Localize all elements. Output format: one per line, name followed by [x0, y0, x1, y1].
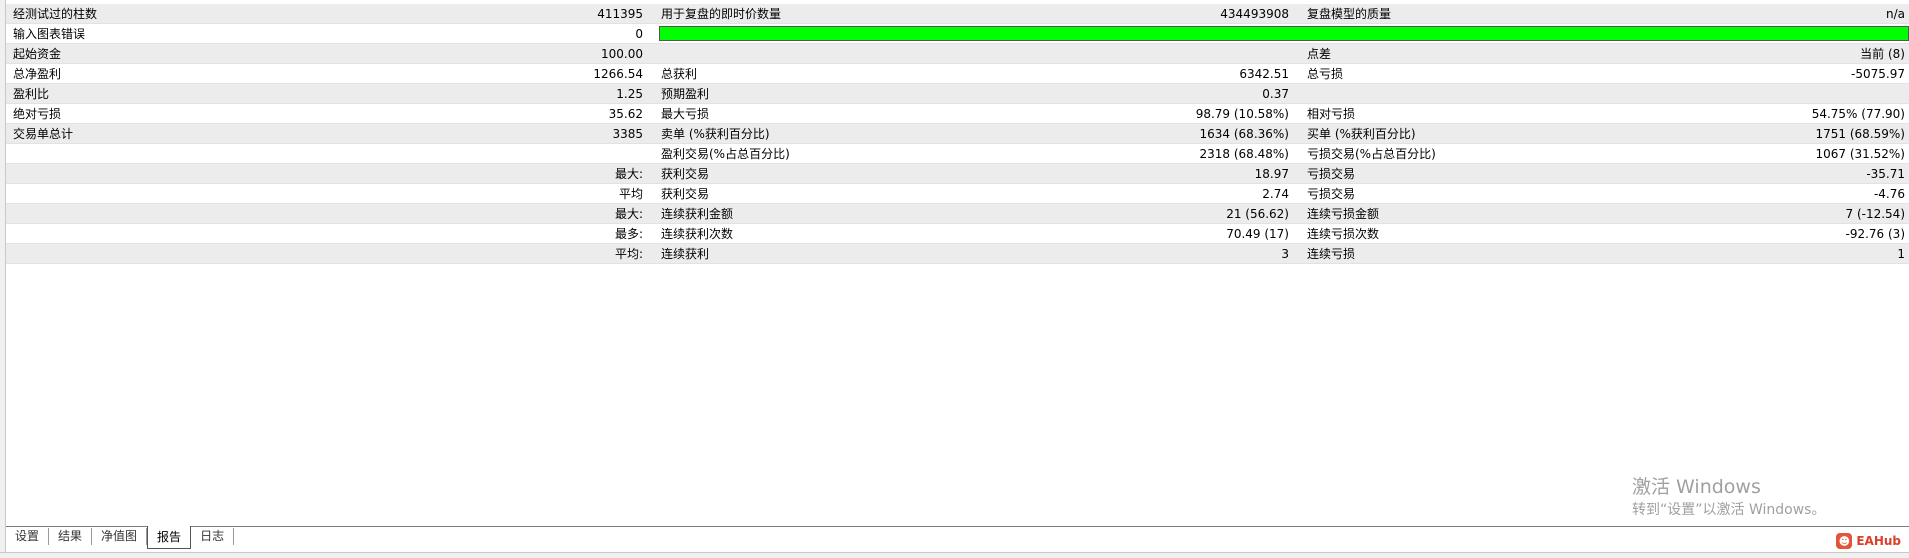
tab-equity-graph[interactable]: 净值图 [92, 528, 148, 545]
label-spread: 点差 [1307, 47, 1332, 61]
value-ticks-modelled: 434493908 [1220, 6, 1289, 21]
value-max-consecutive-losses-amount: 7 (-12.54) [1845, 206, 1906, 221]
value-profit-trades: 2318 (68.48%) [1199, 146, 1289, 161]
strategy-tester-window: 经测试过的柱数 411395 用于复盘的即时价数量 434493908 复盘模型… [0, 0, 1909, 558]
table-row: 最大: 连续获利金额 21 (56.62) 连续亏损金额 7 (-12.54) [6, 204, 1909, 224]
row-group-label-average-consecutive: 平均: [614, 247, 643, 261]
table-row: 平均: 连续获利 3 连续亏损 1 [6, 244, 1909, 264]
value-long-positions: 1751 (68.59%) [1815, 126, 1905, 141]
value-average-consecutive-losses: 1 [1897, 246, 1905, 261]
table-row: 盈利比 1.25 预期盈利 0.37 [6, 84, 1909, 104]
label-average-loss-trade: 亏损交易 [1307, 187, 1356, 201]
table-row: 最多: 连续获利次数 70.49 (17) 连续亏损次数 -92.76 (3) [6, 224, 1909, 244]
label-long-positions: 买单 (%获利百分比) [1307, 127, 1416, 141]
label-profit-trades: 盈利交易(%占总百分比) [661, 147, 790, 161]
value-expected-payoff: 0.37 [1262, 86, 1289, 101]
value-largest-loss-trade: -35.71 [1866, 166, 1905, 181]
row-group-label-largest: 最大: [614, 167, 643, 181]
value-mismatched-chart-errors: 0 [635, 26, 643, 41]
table-row: 平均 获利交易 2.74 亏损交易 -4.76 [6, 184, 1909, 204]
value-max-consecutive-wins-amount: 21 (56.62) [1226, 206, 1289, 221]
value-total-trades: 3385 [612, 126, 643, 141]
value-average-consecutive-wins: 3 [1281, 246, 1289, 261]
value-relative-drawdown: 54.75% (77.90) [1811, 106, 1905, 121]
label-gross-profit: 总获利 [661, 67, 698, 81]
value-total-net-profit: 1266.54 [593, 66, 643, 81]
table-row: 总净盈利 1266.54 总获利 6342.51 总亏损 -5075.97 [6, 64, 1909, 84]
label-short-positions: 卖单 (%获利百分比) [661, 127, 770, 141]
table-row: 输入图表错误 0 [6, 24, 1909, 44]
label-largest-loss-trade: 亏损交易 [1307, 167, 1356, 181]
value-spread: 当前 (8) [1860, 47, 1905, 61]
label-max-consecutive-losses-amount: 连续亏损金额 [1307, 207, 1380, 221]
label-max-consecutive-wins-amount: 连续获利金额 [661, 207, 734, 221]
modelling-quality-bar [659, 26, 1909, 41]
eahub-logo-icon: ☻ [1836, 533, 1853, 549]
label-absolute-drawdown: 绝对亏损 [13, 107, 62, 121]
table-row: 盈利交易(%占总百分比) 2318 (68.48%) 亏损交易(%占总百分比) … [6, 144, 1909, 164]
label-gross-loss: 总亏损 [1307, 67, 1344, 81]
label-maximal-consecutive-profit: 连续获利次数 [661, 227, 734, 241]
value-maximal-consecutive-profit: 70.49 (17) [1226, 226, 1289, 241]
quality-bar-cell [650, 24, 1909, 44]
value-bars-tested: 411395 [597, 6, 643, 21]
tester-tab-bar: 设置 结果 净值图 报告 日志 [6, 526, 1909, 550]
value-short-positions: 1634 (68.36%) [1199, 126, 1289, 141]
value-gross-profit: 6342.51 [1239, 66, 1289, 81]
label-initial-deposit: 起始资金 [13, 47, 62, 61]
row-group-label-maximal: 最多: [614, 227, 643, 241]
label-average-consecutive-losses: 连续亏损 [1307, 247, 1356, 261]
value-average-profit-trade: 2.74 [1262, 186, 1289, 201]
label-maximal-drawdown: 最大亏损 [661, 107, 710, 121]
brand-text: EAHub [1856, 534, 1901, 548]
tab-results[interactable]: 结果 [49, 528, 93, 545]
label-expected-payoff: 预期盈利 [661, 87, 710, 101]
table-row: 经测试过的柱数 411395 用于复盘的即时价数量 434493908 复盘模型… [6, 4, 1909, 24]
report-table: 经测试过的柱数 411395 用于复盘的即时价数量 434493908 复盘模型… [6, 4, 1909, 264]
value-maximal-consecutive-loss: -92.76 (3) [1845, 226, 1906, 241]
value-absolute-drawdown: 35.62 [608, 106, 643, 121]
bottom-panel-edge [0, 552, 1909, 558]
label-bars-tested: 经测试过的柱数 [13, 7, 98, 21]
label-total-net-profit: 总净盈利 [13, 67, 62, 81]
value-modelling-quality: n/a [1885, 6, 1905, 21]
value-initial-deposit: 100.00 [601, 46, 643, 61]
label-ticks-modelled: 用于复盘的即时价数量 [661, 7, 782, 21]
value-profit-factor: 1.25 [616, 86, 643, 101]
row-group-label-average: 平均 [618, 187, 643, 201]
label-modelling-quality: 复盘模型的质量 [1307, 7, 1392, 21]
table-row: 最大: 获利交易 18.97 亏损交易 -35.71 [6, 164, 1909, 184]
label-relative-drawdown: 相对亏损 [1307, 107, 1356, 121]
watermark-subtitle: 转到“设置”以激活 Windows。 [1632, 502, 1826, 518]
value-largest-profit-trade: 18.97 [1254, 166, 1289, 181]
value-loss-trades: 1067 (31.52%) [1815, 146, 1905, 161]
table-row: 起始资金 100.00 点差 当前 (8) [6, 44, 1909, 64]
label-average-consecutive-wins: 连续获利 [661, 247, 710, 261]
row-group-label-maximum: 最大: [614, 207, 643, 221]
table-row: 交易单总计 3385 卖单 (%获利百分比) 1634 (68.36%) 买单 … [6, 124, 1909, 144]
table-row: 绝对亏损 35.62 最大亏损 98.79 (10.58%) 相对亏损 54.7… [6, 104, 1909, 124]
value-gross-loss: -5075.97 [1851, 66, 1905, 81]
tab-settings[interactable]: 设置 [6, 528, 50, 545]
label-average-profit-trade: 获利交易 [661, 187, 710, 201]
label-largest-profit-trade: 获利交易 [661, 167, 710, 181]
label-mismatched-chart-errors: 输入图表错误 [13, 27, 86, 41]
tab-journal[interactable]: 日志 [191, 528, 235, 545]
eahub-brand: ☻ EAHub [1836, 533, 1901, 549]
label-loss-trades: 亏损交易(%占总百分比) [1307, 147, 1436, 161]
watermark-title: 激活 Windows [1632, 476, 1761, 498]
windows-activation-watermark: 激活 Windows 转到“设置”以激活 Windows。 [1632, 474, 1825, 520]
label-profit-factor: 盈利比 [13, 87, 50, 101]
label-total-trades: 交易单总计 [13, 127, 74, 141]
value-maximal-drawdown: 98.79 (10.58%) [1195, 106, 1289, 121]
label-maximal-consecutive-loss: 连续亏损次数 [1307, 227, 1380, 241]
value-average-loss-trade: -4.76 [1873, 186, 1905, 201]
tab-report[interactable]: 报告 [147, 526, 192, 549]
